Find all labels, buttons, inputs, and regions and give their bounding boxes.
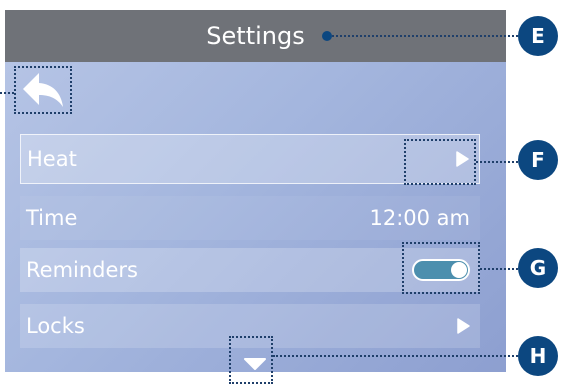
time-value: 12:00 am	[369, 206, 470, 230]
callout-back-outline	[14, 66, 72, 114]
row-label-heat: Heat	[27, 147, 77, 171]
leader-back	[0, 92, 14, 94]
callout-g-outline	[402, 242, 480, 294]
row-label-locks: Locks	[26, 314, 85, 338]
callout-badge-g: G	[518, 248, 558, 288]
leader-g	[480, 268, 518, 270]
leader-h	[273, 355, 518, 357]
play-arrow-right-icon	[457, 318, 470, 334]
callout-badge-h: H	[518, 336, 558, 376]
callout-e-dot	[322, 31, 332, 41]
leader-e	[332, 35, 518, 37]
leader-f	[476, 161, 518, 163]
row-label-time: Time	[26, 206, 78, 230]
settings-row-time[interactable]: Time 12:00 am	[20, 196, 480, 240]
device-screen: Settings Heat Time 12:00 am Reminders Lo…	[5, 10, 506, 372]
callout-h-outline	[229, 336, 273, 384]
row-label-reminders: Reminders	[26, 258, 138, 282]
callout-f-outline	[404, 139, 476, 185]
callout-badge-e: E	[518, 16, 558, 56]
callout-badge-f: F	[518, 140, 558, 180]
page-title: Settings	[206, 22, 305, 50]
